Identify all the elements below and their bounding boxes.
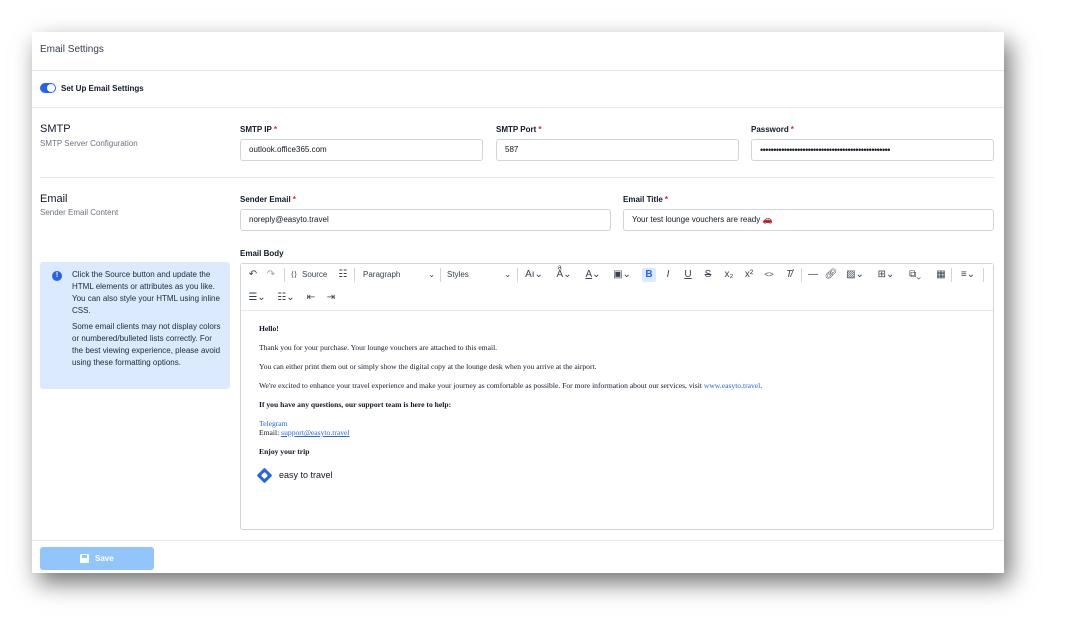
body-line-3: We're excited to enhance your travel exp… — [259, 381, 762, 390]
indent-icon[interactable]: ⇥ — [324, 291, 338, 305]
save-icon — [80, 554, 89, 563]
background-color-icon[interactable]: ▣⌄ — [611, 268, 633, 282]
code-icon[interactable]: <> — [762, 268, 776, 282]
show-blocks-icon[interactable]: ☷ — [337, 268, 349, 282]
paragraph-dropdown[interactable]: Paragraph ⌄ — [363, 268, 435, 282]
styles-dropdown-label: Styles — [447, 270, 469, 279]
save-button-label: Save — [95, 554, 114, 563]
password-label: Password * — [751, 125, 794, 134]
email-title-label: Email Title * — [623, 195, 668, 204]
sender-email-input[interactable]: noreply@easyto.travel — [240, 209, 611, 231]
horizontal-line-icon[interactable]: — — [806, 268, 820, 282]
editor-toolbar: ↶ ↷ ⟨⟩ Source ☷ Paragraph ⌄ Styles ⌄ Aı⌄ A… — [241, 264, 993, 311]
underline-icon[interactable]: U — [682, 268, 694, 282]
bulleted-list-icon[interactable]: ☰⌄ — [245, 291, 269, 305]
numbered-list-icon[interactable]: ☷⌄ — [274, 291, 298, 305]
website-link[interactable]: www.easyto.travel — [704, 381, 760, 390]
signoff-text: Enjoy your trip — [259, 447, 310, 456]
body-line-3-text: We're excited to enhance your travel exp… — [259, 381, 704, 390]
required-mark: * — [664, 195, 668, 204]
insert-image-icon[interactable]: ▨⌄ — [843, 268, 867, 282]
outdent-icon[interactable]: ⇤ — [304, 291, 318, 305]
body-line-1: Thank you for your purchase. Your lounge… — [259, 343, 498, 352]
telegram-link-text[interactable]: Telegram — [259, 419, 288, 428]
toolbar-separator — [517, 268, 518, 282]
source-button[interactable]: Source — [302, 268, 327, 282]
remove-format-icon[interactable]: T̸ — [782, 268, 796, 282]
chevron-down-icon: ⌄ — [504, 270, 511, 279]
sender-email-label: Sender Email * — [240, 195, 296, 204]
redo-icon[interactable]: ↷ — [265, 268, 277, 282]
undo-icon[interactable]: ↶ — [247, 268, 259, 282]
info-paragraph-2: Some email clients may not display color… — [72, 322, 221, 367]
source-info-box: ! Click the Source button and update the… — [40, 262, 230, 389]
table-icon[interactable]: ⊞⌄ — [874, 268, 898, 282]
image-icon[interactable]: ▦ — [934, 268, 948, 282]
smtp-section-title: SMTP — [40, 123, 71, 135]
email-title-input[interactable]: Your test lounge vouchers are ready 🚗 — [623, 209, 994, 231]
toolbar-separator — [983, 268, 984, 282]
required-mark: * — [292, 195, 296, 204]
superscript-icon[interactable]: x² — [742, 268, 756, 282]
section-divider — [40, 177, 994, 178]
email-body-editor[interactable]: ↶ ↷ ⟨⟩ Source ☷ Paragraph ⌄ Styles ⌄ Aı⌄ A… — [240, 263, 994, 530]
page-title: Email Settings — [40, 44, 104, 55]
italic-icon[interactable]: I — [662, 268, 674, 282]
toolbar-separator — [354, 268, 355, 282]
info-icon: ! — [52, 271, 62, 281]
email-settings-toggle[interactable] — [40, 83, 56, 93]
password-input[interactable]: ••••••••••••••••••••••••••••••••••••••••… — [751, 139, 994, 161]
email-settings-card: Email Settings Set Up Email Settings SMT… — [32, 32, 1004, 573]
smtp-section-subtitle: SMTP Server Configuration — [40, 139, 138, 148]
email-section-subtitle: Sender Email Content — [40, 208, 119, 217]
toolbar-separator — [801, 268, 802, 282]
subscript-icon[interactable]: x₂ — [722, 268, 736, 282]
telegram-link: Telegram — [259, 419, 288, 428]
required-mark: * — [790, 125, 794, 134]
link-icon[interactable]: 🔗︎ — [824, 268, 838, 282]
smtp-ip-label: SMTP IP * — [240, 125, 277, 134]
body-line-3-end: . — [760, 381, 763, 390]
email-prefix: Email: — [259, 428, 282, 437]
questions-text: If you have any questions, our support t… — [259, 400, 452, 409]
font-color-icon[interactable]: A⌄ — [582, 268, 604, 282]
toggle-label: Set Up Email Settings — [61, 84, 144, 93]
card-header: Email Settings — [32, 32, 1004, 71]
required-mark: * — [538, 125, 542, 134]
support-email-line: Email: support@easyto.travel — [259, 428, 350, 437]
toggle-row: Set Up Email Settings — [32, 70, 1004, 108]
toolbar-separator — [284, 268, 285, 282]
smtp-port-label: SMTP Port * — [496, 125, 542, 134]
support-email-link[interactable]: support@easyto.travel — [281, 428, 349, 437]
save-button[interactable]: Save — [40, 547, 154, 570]
card-footer: Save — [32, 540, 1004, 573]
toolbar-separator — [440, 268, 441, 282]
align-icon[interactable]: ≡⌄ — [956, 268, 980, 282]
paragraph-dropdown-label: Paragraph — [363, 270, 401, 279]
email-section-title: Email — [40, 193, 68, 205]
smtp-port-input[interactable]: 587 — [496, 139, 739, 161]
bold-icon[interactable]: B — [642, 268, 656, 282]
chevron-down-icon: ⌄ — [428, 270, 435, 279]
strikethrough-icon[interactable]: S — [702, 268, 714, 282]
font-size-icon[interactable]: Aı⌄ — [523, 268, 545, 282]
smtp-ip-input[interactable]: outlook.office365.com — [240, 139, 483, 161]
source-icon: ⟨⟩ — [290, 270, 298, 279]
email-body-label: Email Body — [240, 249, 284, 258]
toolbar-separator — [951, 268, 952, 282]
body-line-2: You can either print them out or simply … — [259, 362, 597, 371]
required-mark: * — [273, 125, 277, 134]
greeting-text: Hello! — [259, 324, 279, 333]
logo-text: easy to travel — [279, 470, 333, 480]
logo-mark-icon — [256, 467, 273, 484]
font-family-icon[interactable]: Aͣ⌄ — [553, 268, 575, 282]
styles-dropdown[interactable]: Styles ⌄ — [447, 268, 511, 282]
info-paragraph-1: Click the Source button and update the H… — [72, 270, 220, 315]
media-icon[interactable]: ⧉⌄ — [903, 268, 927, 282]
